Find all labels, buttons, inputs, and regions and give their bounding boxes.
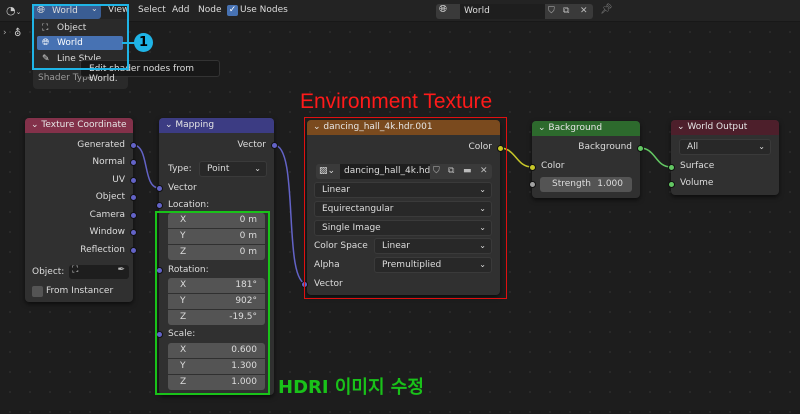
object-label: Object: bbox=[32, 267, 65, 277]
socket-background-out[interactable] bbox=[637, 145, 644, 152]
output-normal: Normal bbox=[92, 157, 125, 167]
world-name-field[interactable]: World bbox=[460, 4, 545, 19]
node-title: Background bbox=[548, 123, 603, 133]
socket-strength-in[interactable] bbox=[529, 181, 536, 188]
node-header[interactable]: ⌄ Mapping bbox=[159, 118, 274, 133]
node-title: Mapping bbox=[175, 120, 215, 130]
socket-uv[interactable] bbox=[130, 177, 137, 184]
node-header[interactable]: ⌄ Texture Coordinate bbox=[25, 118, 133, 133]
node-title: Texture Coordinate bbox=[41, 120, 127, 130]
output-background: Background bbox=[578, 142, 632, 152]
use-nodes-label: Use Nodes bbox=[240, 5, 288, 15]
use-nodes-checkbox[interactable]: ✓ bbox=[227, 5, 238, 16]
eyedropper-icon[interactable]: ✒ bbox=[117, 265, 125, 275]
socket-generated[interactable] bbox=[130, 142, 137, 149]
output-vector: Vector bbox=[237, 140, 266, 150]
link-background-to-surface bbox=[639, 147, 672, 168]
output-reflection: Reflection bbox=[80, 245, 125, 255]
type-dropdown[interactable]: Point ⌄ bbox=[199, 161, 267, 177]
duplicate-icon[interactable]: ⧉ bbox=[563, 4, 569, 19]
from-instancer-checkbox[interactable] bbox=[32, 286, 43, 297]
link-generated-to-vector bbox=[132, 144, 160, 189]
link-mapping-to-env bbox=[273, 144, 308, 285]
env-texture-annotation-title: Environment Texture bbox=[300, 90, 493, 113]
menu-select[interactable]: Select bbox=[138, 5, 166, 15]
socket-normal[interactable] bbox=[130, 159, 137, 166]
node-editor-icon: ◔ bbox=[6, 4, 16, 17]
hdri-highlight-box bbox=[155, 211, 270, 395]
node-background[interactable]: ⌄ Background Background Color Strength 1.… bbox=[532, 121, 640, 198]
node-header[interactable]: ⌄ Background bbox=[532, 121, 640, 136]
world-browse-button[interactable]: 🌐︎ bbox=[436, 4, 460, 19]
socket-location[interactable] bbox=[156, 202, 163, 209]
input-color-label: Color bbox=[541, 161, 565, 171]
dropdown-value: All bbox=[687, 142, 699, 152]
slot-icon[interactable]: ⛢ bbox=[14, 28, 21, 39]
strength-label: Strength bbox=[552, 179, 591, 189]
output-uv: UV bbox=[112, 175, 125, 185]
node-world-output[interactable]: ⌄ World Output All ⌄ Surface Volume bbox=[671, 120, 779, 195]
chevron-down-icon: ⌄ bbox=[758, 142, 765, 151]
callout-number: 1 bbox=[138, 35, 149, 50]
menu-node[interactable]: Node bbox=[198, 5, 222, 15]
unlink-x-icon[interactable]: ✕ bbox=[580, 4, 588, 19]
node-title: World Output bbox=[687, 122, 748, 132]
type-value: Point bbox=[207, 164, 230, 174]
pin-icon[interactable]: 📌︎ bbox=[600, 4, 613, 15]
node-header[interactable]: ⌄ World Output bbox=[671, 120, 779, 135]
socket-mapping-vector-in[interactable] bbox=[156, 185, 163, 192]
socket-camera[interactable] bbox=[130, 212, 137, 219]
location-label: Location: bbox=[168, 200, 210, 210]
socket-window[interactable] bbox=[130, 229, 137, 236]
hdri-annotation-label: HDRI 이미지 수정 bbox=[278, 377, 424, 398]
object-icon: ⛶ bbox=[72, 265, 79, 275]
target-dropdown[interactable]: All ⌄ bbox=[679, 139, 771, 155]
world-icon: 🌐︎ bbox=[439, 4, 447, 15]
output-generated: Generated bbox=[77, 140, 125, 150]
world-name-value: World bbox=[464, 6, 490, 16]
strength-value: 1.000 bbox=[597, 179, 623, 189]
chevron-down-icon: ⌄ bbox=[15, 8, 22, 16]
editor-type-button[interactable]: ◔⌄ bbox=[6, 4, 28, 18]
type-label: Type: bbox=[168, 164, 192, 174]
socket-surface-in[interactable] bbox=[668, 164, 675, 171]
input-vector-label: Vector bbox=[168, 183, 197, 193]
socket-object[interactable] bbox=[130, 194, 137, 201]
output-object: Object bbox=[95, 192, 125, 202]
node-texture-coordinate[interactable]: ⌄ Texture Coordinate Generated Normal UV… bbox=[25, 118, 133, 302]
output-camera: Camera bbox=[89, 210, 125, 220]
chevron-down-icon: ⌄ bbox=[254, 164, 261, 173]
fake-user-shield-icon[interactable]: ⛉ bbox=[548, 4, 555, 19]
input-volume-label: Volume bbox=[680, 178, 714, 188]
from-instancer-label: From Instancer bbox=[46, 286, 114, 296]
object-field[interactable]: ⛶ ✒ bbox=[69, 265, 129, 279]
socket-mapping-vector-out[interactable] bbox=[271, 142, 278, 149]
env-texture-highlight-box bbox=[304, 117, 507, 299]
sidebar-expand-chevron-icon[interactable]: › bbox=[3, 28, 7, 38]
callout-highlight-box bbox=[32, 4, 129, 70]
strength-field[interactable]: Strength 1.000 bbox=[540, 177, 632, 192]
input-surface-label: Surface bbox=[680, 161, 715, 171]
callout-number-badge: 1 bbox=[134, 33, 153, 52]
menu-add[interactable]: Add bbox=[172, 5, 189, 15]
socket-background-color-in[interactable] bbox=[529, 164, 536, 171]
output-window: Window bbox=[89, 227, 126, 237]
socket-volume-in[interactable] bbox=[668, 181, 675, 188]
socket-reflection[interactable] bbox=[130, 247, 137, 254]
